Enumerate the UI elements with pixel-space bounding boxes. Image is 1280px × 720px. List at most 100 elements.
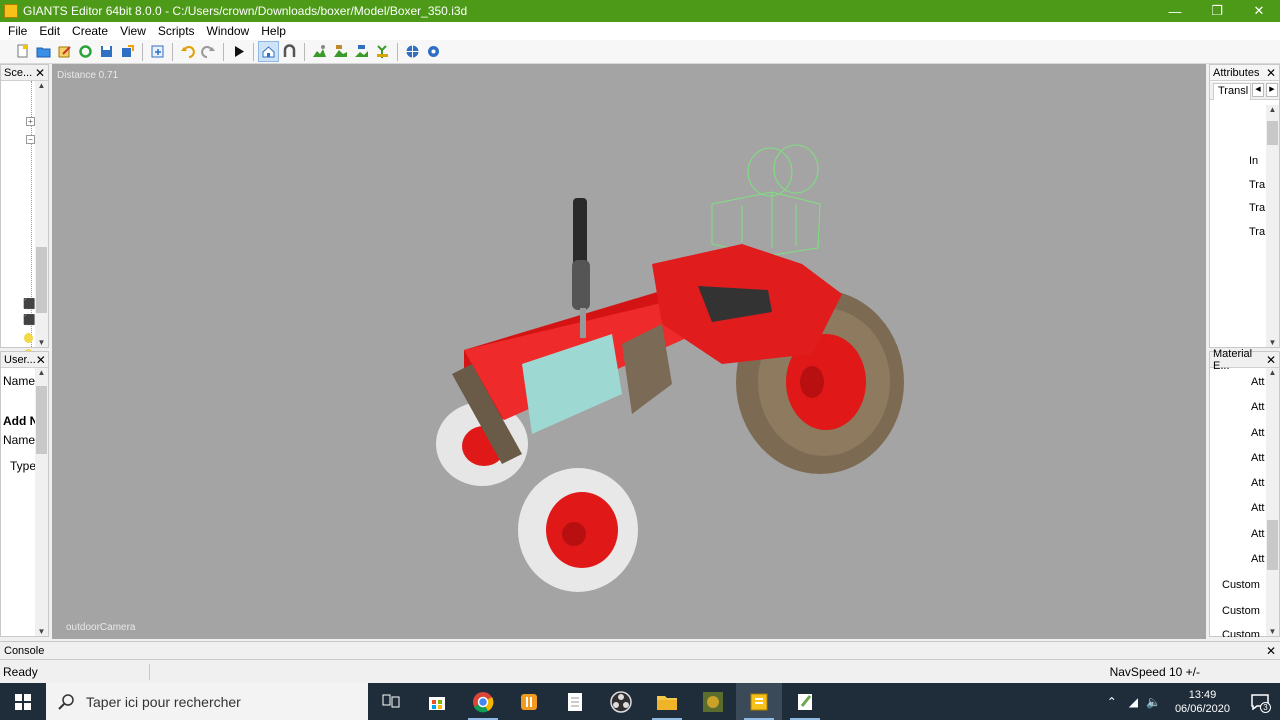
light-node-icon[interactable]	[24, 333, 33, 343]
console-panel-header[interactable]: Console ✕	[0, 641, 1280, 660]
scroll-down-icon[interactable]: ▼	[38, 627, 46, 636]
scenegraph-scroll-thumb[interactable]	[36, 247, 47, 313]
farming-simulator-icon[interactable]	[506, 683, 552, 720]
minimize-button[interactable]: —	[1154, 0, 1196, 22]
scene-tree: + − ⬛ ⬛	[1, 81, 36, 359]
close-button[interactable]: ✕	[1238, 0, 1280, 22]
tree-collapse-icon[interactable]: −	[26, 135, 35, 144]
new-file-icon[interactable]	[12, 41, 33, 62]
task-view-icon[interactable]	[368, 683, 414, 720]
tree-expand-icon[interactable]: +	[26, 117, 35, 126]
menu-edit[interactable]: Edit	[33, 24, 66, 38]
scenegraph-close-icon[interactable]: ✕	[35, 66, 45, 80]
foliage-paint-icon[interactable]	[372, 41, 393, 62]
toolbar-separator	[253, 42, 254, 61]
terrain-paint-icon[interactable]	[309, 41, 330, 62]
scroll-up-icon[interactable]: ▲	[38, 81, 46, 90]
material-editor-close-icon[interactable]: ✕	[1266, 353, 1276, 367]
scenegraph-title: Sce...	[4, 66, 33, 79]
attributes-title: Attributes	[1213, 66, 1260, 79]
material-row: Att	[1251, 528, 1265, 540]
notepad-icon[interactable]	[552, 683, 598, 720]
import-icon[interactable]	[147, 41, 168, 62]
scroll-down-icon[interactable]: ▼	[38, 338, 46, 347]
tab-scroll-left-icon[interactable]: ◀	[1252, 83, 1264, 97]
tray-expand-icon[interactable]: ⌃	[1107, 695, 1117, 709]
toolbar	[0, 40, 1280, 64]
notification-center-icon[interactable]: 3	[1240, 683, 1280, 720]
menu-file[interactable]: File	[2, 24, 33, 38]
play-icon[interactable]	[228, 41, 249, 62]
scroll-down-icon[interactable]: ▼	[1269, 627, 1277, 636]
redo-icon[interactable]	[198, 41, 219, 62]
toolbar-separator	[172, 42, 173, 61]
material-custom-row: Custom	[1222, 605, 1260, 617]
giants-editor-taskbar-icon[interactable]	[736, 683, 782, 720]
clock-time: 13:49	[1188, 688, 1217, 701]
magnet-icon[interactable]	[279, 41, 300, 62]
edit-file-icon[interactable]	[54, 41, 75, 62]
attributes-close-icon[interactable]: ✕	[1266, 66, 1276, 80]
transform-globe-icon[interactable]	[402, 41, 423, 62]
console-close-icon[interactable]: ✕	[1266, 644, 1276, 658]
volume-icon[interactable]: 🔈	[1146, 695, 1161, 709]
material-editor-panel: Material E... ✕ Att Att Att Att Att Att …	[1209, 348, 1280, 637]
scroll-up-icon[interactable]: ▲	[1269, 368, 1277, 377]
tab-translation[interactable]: Transl	[1213, 83, 1251, 100]
game-app-icon[interactable]	[690, 683, 736, 720]
status-ready: Ready	[0, 664, 150, 680]
menu-create[interactable]: Create	[66, 24, 114, 38]
user-attributes-header: User... ✕	[1, 352, 48, 368]
toolbar-separator	[223, 42, 224, 61]
menu-scripts[interactable]: Scripts	[152, 24, 201, 38]
camera-node-icon[interactable]: ⬛	[23, 299, 35, 310]
system-tray: ⌃ ◢ 🔈 13:49 06/06/2020 3	[1099, 683, 1280, 720]
undo-icon[interactable]	[177, 41, 198, 62]
taskbar-clock[interactable]: 13:49 06/06/2020	[1175, 688, 1230, 716]
camera-node-icon[interactable]: ⬛	[23, 315, 35, 326]
terrain-raise-icon[interactable]	[330, 41, 351, 62]
tractor-model[interactable]	[52, 64, 1206, 639]
attr-row-translate-y: Tra	[1249, 202, 1266, 214]
menu-view[interactable]: View	[114, 24, 152, 38]
material-editor-scroll-thumb[interactable]	[1267, 520, 1278, 570]
tab-scroll-right-icon[interactable]: ▶	[1266, 83, 1278, 97]
3d-viewport[interactable]: Distance 0.71 outdoorCamera	[52, 64, 1206, 639]
giants-app-icon	[4, 4, 18, 18]
scroll-down-icon[interactable]: ▼	[1269, 338, 1277, 347]
user-attributes-scroll-thumb[interactable]	[36, 386, 47, 454]
scroll-up-icon[interactable]: ▲	[38, 368, 46, 377]
user-attributes-panel: User... ✕ Name Add N Name Type ▲ ▼	[0, 351, 49, 637]
attributes-scroll-thumb[interactable]	[1267, 121, 1278, 145]
material-row: Att	[1251, 477, 1265, 489]
chrome-icon[interactable]	[460, 683, 506, 720]
save-icon[interactable]	[96, 41, 117, 62]
scenegraph-header: Sce... ✕	[1, 65, 48, 81]
material-custom-row: Custom	[1222, 629, 1260, 637]
terrain-lower-icon[interactable]	[351, 41, 372, 62]
open-folder-icon[interactable]	[33, 41, 54, 62]
taskbar-search-box[interactable]: Taper ici pour rechercher	[46, 683, 368, 720]
console-title: Console	[4, 644, 45, 657]
file-explorer-icon[interactable]	[644, 683, 690, 720]
home-icon[interactable]	[258, 41, 279, 62]
user-attributes-close-icon[interactable]: ✕	[36, 353, 46, 367]
restore-button[interactable]: ❐	[1196, 0, 1238, 22]
refresh-icon[interactable]	[75, 41, 96, 62]
obs-icon[interactable]	[598, 683, 644, 720]
store-icon[interactable]	[414, 683, 460, 720]
export-icon[interactable]	[117, 41, 138, 62]
search-icon	[58, 693, 74, 710]
network-icon[interactable]: ◢	[1129, 695, 1138, 709]
menu-help[interactable]: Help	[255, 24, 292, 38]
user-attr-name-label: Name	[3, 374, 36, 388]
settings-gear-icon[interactable]	[423, 41, 444, 62]
windows-start-icon[interactable]	[0, 683, 46, 720]
notepadpp-icon[interactable]	[782, 683, 828, 720]
menu-window[interactable]: Window	[201, 24, 256, 38]
scroll-up-icon[interactable]: ▲	[1269, 105, 1277, 114]
attributes-header: Attributes ✕	[1210, 65, 1279, 81]
attributes-panel: Attributes ✕ Transl ◀ ▶ In Tra Tra Tra ▲…	[1209, 64, 1280, 348]
material-editor-scrollbar[interactable]: ▲ ▼	[1266, 368, 1279, 636]
wireframe-helper	[711, 144, 821, 257]
